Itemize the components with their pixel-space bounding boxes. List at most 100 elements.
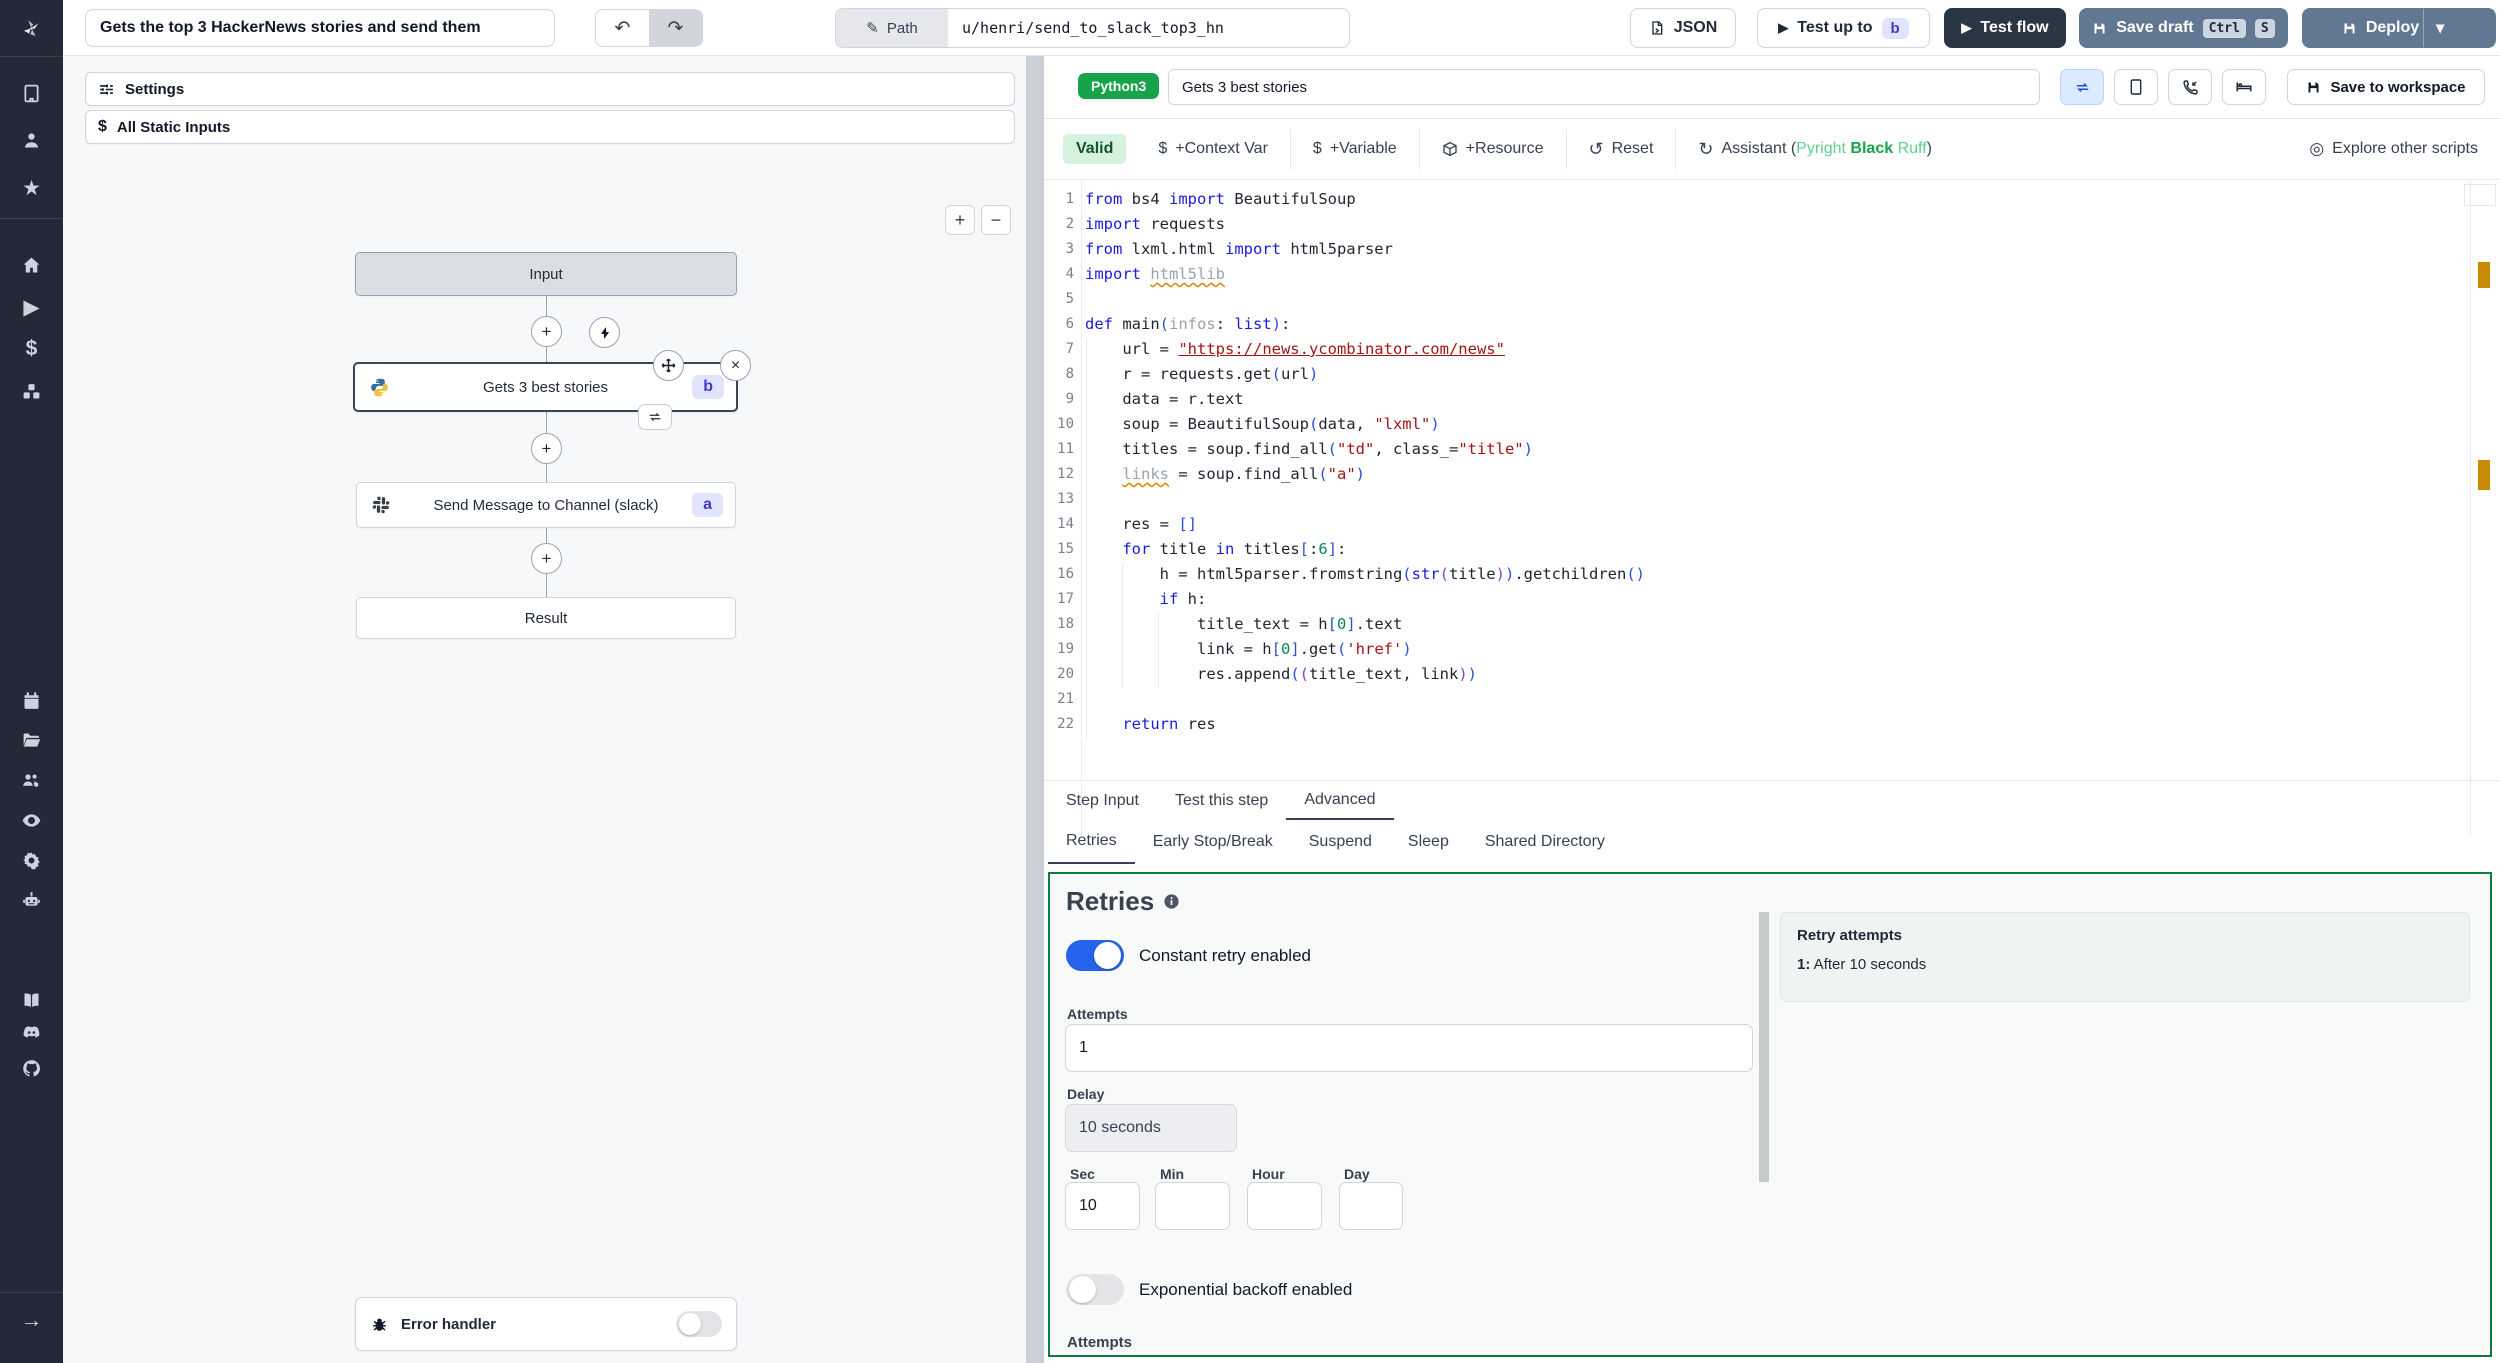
insert-step-button[interactable]: + [531,316,562,347]
overview-ruler-box [2464,184,2496,206]
reset-icon: ↺ [1588,138,1604,159]
zoom-in-button[interactable]: + [945,205,975,235]
move-step-button[interactable] [653,350,684,381]
variables-dollar-icon[interactable]: $ [20,337,44,361]
code-line: 4 import html5lib [1065,265,1225,283]
code-line: 14 res = [] [1057,515,1197,533]
webhook-phone-button[interactable] [2168,69,2212,105]
flow-settings-button[interactable]: Settings [85,72,1015,106]
redo-button[interactable]: ↷ [649,10,702,46]
attempts-input[interactable]: 1 [1065,1024,1753,1072]
subtab-suspend[interactable]: Suspend [1291,820,1390,864]
save-icon [2094,23,2105,33]
docs-book-icon[interactable] [20,988,44,1012]
discord-icon[interactable] [20,1020,44,1044]
zoom-out-button[interactable]: − [981,205,1011,235]
day-input[interactable] [1339,1182,1403,1230]
code-editor[interactable]: 1 from bs4 import BeautifulSoup 2 import re… [1044,180,2500,836]
retry-attempts-line: 1: After 10 seconds [1797,956,1927,973]
exponential-backoff-toggle[interactable] [1066,1274,1124,1305]
resources-cubes-icon[interactable] [20,379,44,403]
code-line: 1 from bs4 import BeautifulSoup [1065,190,1356,208]
json-button[interactable]: JSON [1630,8,1736,48]
tab-step-input[interactable]: Step Input [1048,781,1157,820]
deploy-button[interactable]: Deploy ▾ [2302,8,2496,48]
explore-other-scripts-button[interactable]: ◎ Explore other scripts [2309,139,2478,159]
repeat-icon [649,412,661,422]
mobile-view-button[interactable] [2114,69,2158,105]
runs-play-icon[interactable]: ▶ [20,295,44,319]
sliders-icon [100,84,113,94]
diff-toggle-button[interactable] [2060,69,2104,105]
retries-scrollbar[interactable] [1759,912,1769,1182]
workspace-building-icon[interactable] [20,81,44,105]
path-value[interactable]: u/henri/send_to_slack_top3_hn [948,9,1349,47]
min-input[interactable] [1155,1182,1230,1230]
node-input[interactable]: Input [355,252,737,296]
bed-icon [2236,82,2252,92]
exponential-backoff-row: Exponential backoff enabled [1066,1274,1352,1305]
top-bar: Gets the top 3 HackerNews stories and se… [63,0,2500,56]
tab-advanced[interactable]: Advanced [1286,781,1394,820]
add-variable-button[interactable]: $ +Variable [1289,129,1419,169]
constant-retry-toggle[interactable] [1066,940,1124,971]
insert-step-button[interactable]: + [531,543,562,574]
sleep-bed-button[interactable] [2222,69,2266,105]
node-result[interactable]: Result [356,597,736,639]
subtab-early-stop[interactable]: Early Stop/Break [1135,820,1291,864]
day-label: Day [1344,1166,1370,1182]
editor-toolbar: Valid $ +Context Var $ +Variable +Resour… [1044,118,2500,180]
valid-status-badge: Valid [1063,134,1127,164]
subtab-sleep[interactable]: Sleep [1390,820,1467,864]
audit-eye-icon[interactable] [20,808,44,832]
home-icon[interactable] [20,253,44,277]
delete-step-button[interactable]: × [720,350,751,381]
github-icon[interactable] [20,1056,44,1080]
undo-button[interactable]: ↶ [596,10,649,46]
retry-indicator-chip[interactable] [638,404,672,430]
code-line: 22 return res [1057,715,1216,733]
loop-icon [2076,82,2088,92]
assistant-button[interactable]: ↻ Assistant (Pyright Black Ruff) [1675,129,1954,169]
insert-step-button[interactable]: + [531,433,562,464]
trigger-bolt-button[interactable] [589,317,620,348]
path-field[interactable]: ✎ Path u/henri/send_to_slack_top3_hn [835,8,1350,48]
folders-icon[interactable] [20,728,44,752]
subtab-shared-directory[interactable]: Shared Directory [1467,820,1623,864]
sec-label: Sec [1070,1166,1095,1182]
hour-input[interactable] [1247,1182,1322,1230]
windmill-logo-icon[interactable] [20,16,44,40]
user-icon[interactable] [20,128,44,152]
save-draft-button[interactable]: Save draft Ctrl S [2079,8,2288,48]
settings-gear-icon[interactable] [20,848,44,872]
expand-sidebar-arrow-icon[interactable]: → [20,1307,44,1332]
subtab-retries[interactable]: Retries [1048,820,1135,864]
deploy-dropdown-chevron[interactable]: ▾ [2423,9,2456,47]
save-to-workspace-button[interactable]: Save to workspace [2287,69,2485,105]
node-step-a[interactable]: Send Message to Channel (slack) a [356,482,736,528]
groups-users-gear-icon[interactable] [20,768,44,792]
add-resource-button[interactable]: +Resource [1418,129,1566,169]
rectangle-icon [2130,79,2142,95]
reset-button[interactable]: ↺ Reset [1565,129,1676,169]
step-name-input[interactable]: Gets 3 best stories [1168,69,2040,105]
add-context-var-button[interactable]: $ +Context Var [1136,129,1290,169]
favorites-star-icon[interactable]: ★ [20,176,44,200]
code-line: 3 from lxml.html import html5parser [1065,240,1393,258]
test-flow-button[interactable]: ▶ Test flow [1944,8,2066,48]
sec-input[interactable]: 10 [1065,1182,1140,1230]
tab-test-this-step[interactable]: Test this step [1157,781,1286,820]
flow-title-input[interactable]: Gets the top 3 HackerNews stories and se… [85,9,555,47]
error-handler-node[interactable]: Error handler [355,1297,737,1351]
code-line: 5 [1065,291,1074,307]
test-up-to-button[interactable]: ▶ Test up to b [1757,8,1930,48]
editor-header: Python3 Gets 3 best stories Save to work… [1044,56,2500,118]
code-line: 18 title_text = h[0].text [1057,615,1403,633]
ai-robot-icon[interactable] [20,888,44,912]
retry-attempts-title: Retry attempts [1797,927,1903,944]
all-static-inputs-button[interactable]: $ All Static Inputs [85,110,1015,144]
schedules-calendar-icon[interactable] [20,688,44,712]
error-handler-toggle[interactable] [676,1311,722,1337]
step-tabs: Step Input Test this step Advanced [1044,780,2500,820]
panel-resizer[interactable] [1026,56,1044,1363]
